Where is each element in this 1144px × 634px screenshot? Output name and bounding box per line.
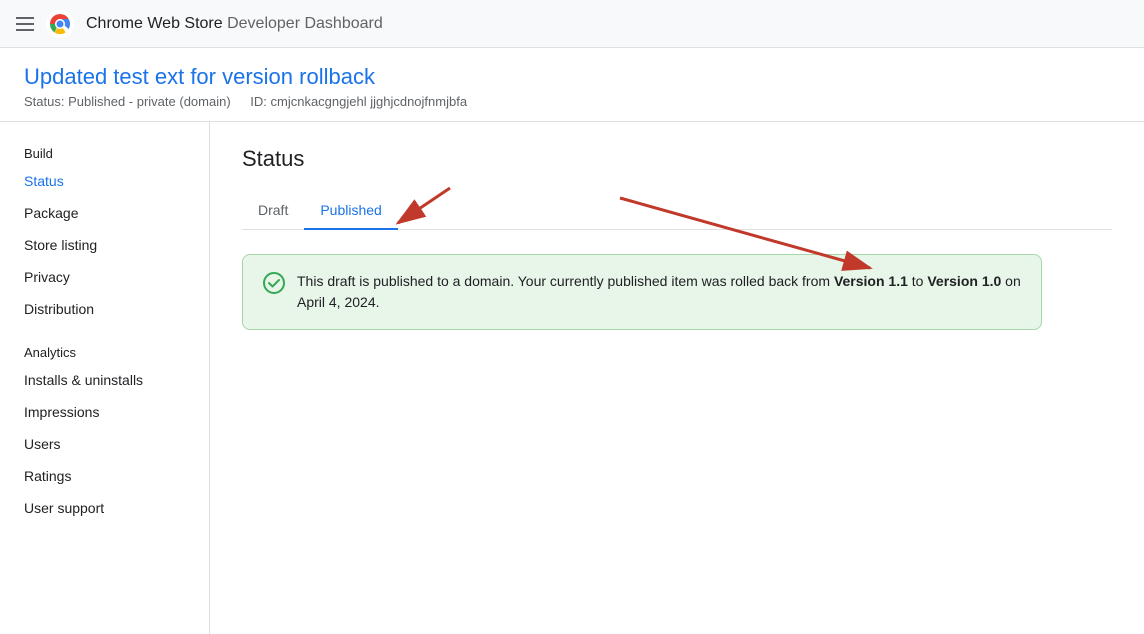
page-header: Updated test ext for version rollback St…: [0, 48, 1144, 122]
menu-icon[interactable]: [16, 17, 34, 31]
success-icon: [263, 272, 285, 297]
content-title: Status: [242, 146, 1112, 172]
page-meta: Status: Published - private (domain) ID:…: [24, 94, 1120, 109]
main-layout: Build Status Package Store listing Priva…: [0, 122, 1144, 634]
tab-published[interactable]: Published: [304, 192, 398, 230]
status-message-box: This draft is published to a domain. You…: [242, 254, 1042, 330]
main-content: Status Draft Published This draft is pub…: [210, 122, 1144, 634]
sidebar-item-package[interactable]: Package: [0, 197, 209, 229]
sidebar-item-distribution[interactable]: Distribution: [0, 293, 209, 325]
sidebar-item-status[interactable]: Status: [0, 165, 209, 197]
sidebar: Build Status Package Store listing Priva…: [0, 122, 210, 634]
sidebar-item-users[interactable]: Users: [0, 428, 209, 460]
sidebar-item-privacy[interactable]: Privacy: [0, 261, 209, 293]
tab-draft[interactable]: Draft: [242, 192, 304, 230]
status-text: Status: Published - private (domain): [24, 94, 231, 109]
sidebar-section-analytics: Analytics: [0, 337, 209, 364]
sidebar-section-build: Build: [0, 138, 209, 165]
sidebar-item-ratings[interactable]: Ratings: [0, 460, 209, 492]
topbar-title: Chrome Web Store Developer Dashboard: [86, 15, 383, 33]
tabs: Draft Published: [242, 192, 1112, 230]
id-text: ID: cmjcnkacgngjehl jjghjcdnojfnmjbfa: [250, 94, 467, 109]
page-title: Updated test ext for version rollback: [24, 64, 1120, 90]
chrome-logo-icon: [46, 10, 74, 38]
topbar: Chrome Web Store Developer Dashboard: [0, 0, 1144, 48]
sidebar-item-installs[interactable]: Installs & uninstalls: [0, 364, 209, 396]
sidebar-item-user-support[interactable]: User support: [0, 492, 209, 524]
status-message-text: This draft is published to a domain. You…: [297, 271, 1021, 313]
sidebar-item-impressions[interactable]: Impressions: [0, 396, 209, 428]
logo: [46, 10, 74, 38]
sidebar-item-store-listing[interactable]: Store listing: [0, 229, 209, 261]
